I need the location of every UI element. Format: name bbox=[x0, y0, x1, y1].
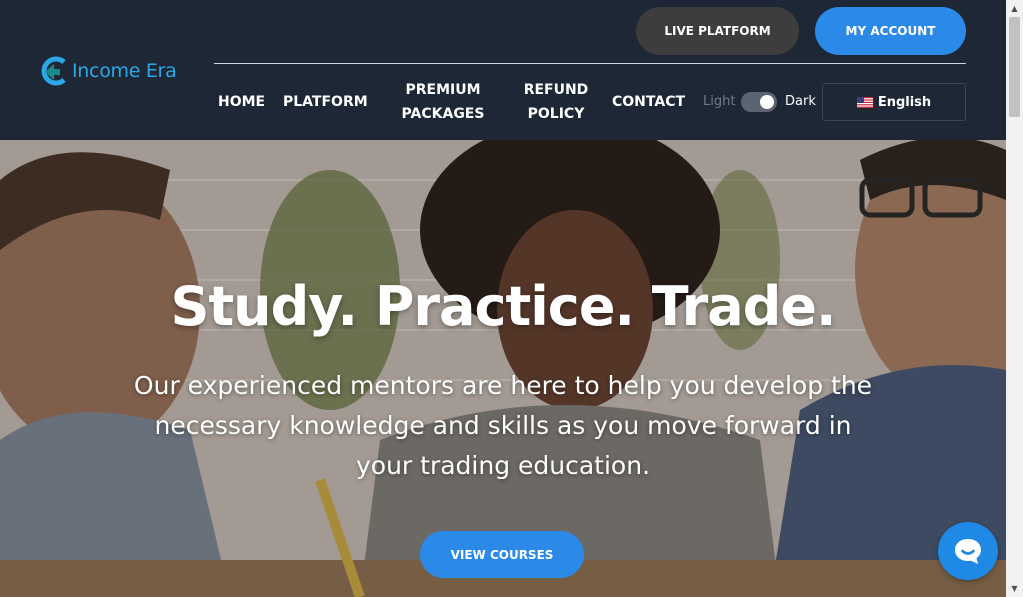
language-label: English bbox=[877, 94, 932, 110]
nav-premium-line2: PACKAGES bbox=[401, 106, 485, 122]
nav-home[interactable]: HOME bbox=[218, 90, 265, 114]
scroll-up-arrow-icon[interactable]: ▲ bbox=[1006, 0, 1023, 17]
theme-light-label: Light bbox=[703, 94, 736, 109]
nav-refund-line2: POLICY bbox=[527, 106, 585, 122]
live-platform-button[interactable]: LIVE PLATFORM bbox=[636, 7, 799, 55]
view-courses-button[interactable]: VIEW COURSES bbox=[420, 531, 584, 578]
scroll-down-arrow-icon[interactable]: ▼ bbox=[1006, 580, 1023, 597]
logo[interactable]: Income Era bbox=[40, 56, 177, 86]
nav-refund-policy[interactable]: REFUND POLICY bbox=[518, 78, 594, 126]
us-flag-icon bbox=[856, 96, 873, 108]
chat-button[interactable] bbox=[938, 522, 998, 580]
nav-refund-line1: REFUND bbox=[523, 82, 589, 98]
theme-dark-label: Dark bbox=[785, 94, 816, 109]
theme-toggle[interactable] bbox=[741, 92, 777, 112]
scroll-thumb[interactable] bbox=[1009, 17, 1020, 117]
nav-contact[interactable]: CONTACT bbox=[612, 90, 685, 114]
language-select[interactable]: English bbox=[822, 83, 966, 121]
hero-title: Study. Practice. Trade. bbox=[170, 275, 836, 338]
theme-toggle-knob bbox=[760, 95, 774, 109]
header-divider bbox=[214, 63, 966, 64]
hero-subtitle: Our experienced mentors are here to help… bbox=[133, 371, 873, 480]
my-account-button[interactable]: MY ACCOUNT bbox=[815, 7, 966, 55]
income-era-logo-icon bbox=[41, 56, 66, 86]
nav-premium-packages[interactable]: PREMIUM PACKAGES bbox=[396, 78, 490, 126]
site-header: Income Era LIVE PLATFORM MY ACCOUNT HOME… bbox=[0, 0, 1006, 140]
logo-text: Income Era bbox=[72, 60, 177, 82]
nav-platform[interactable]: PLATFORM bbox=[283, 90, 368, 114]
nav-premium-line1: PREMIUM bbox=[405, 82, 481, 98]
chat-bubble-icon bbox=[955, 539, 981, 564]
hero-section: Study. Practice. Trade. Our experienced … bbox=[0, 140, 1006, 597]
scrollbar[interactable]: ▲ ▼ bbox=[1006, 0, 1023, 597]
